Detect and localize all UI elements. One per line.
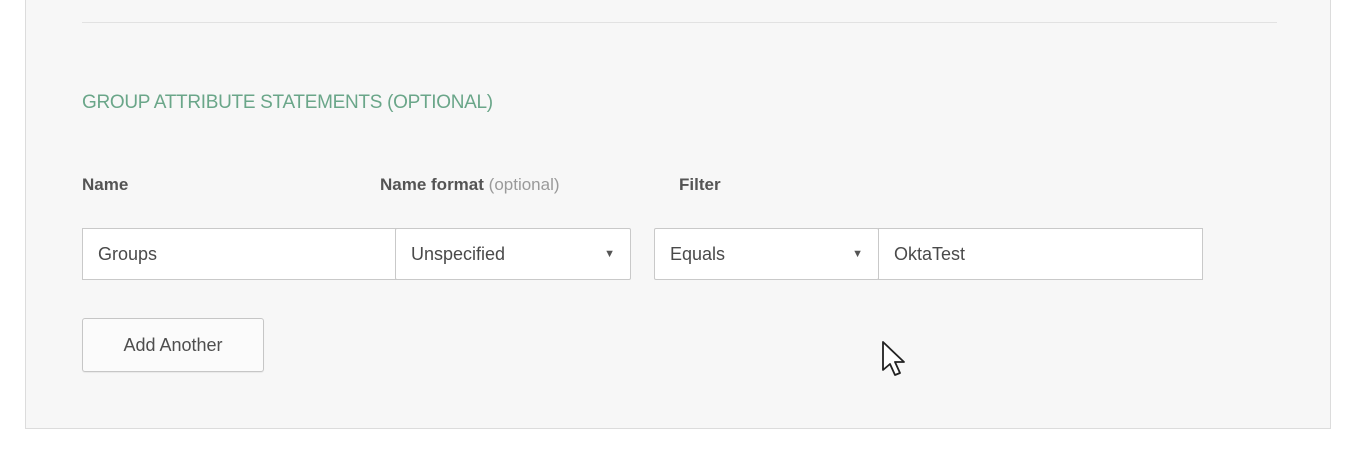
name-format-column-label: Name format (optional): [380, 175, 560, 195]
name-format-label-text: Name format: [380, 175, 484, 194]
optional-hint: (optional): [488, 175, 560, 194]
name-input-value: Groups: [98, 243, 158, 264]
filter-type-select[interactable]: Equals ▼: [654, 228, 879, 280]
section-divider: [82, 22, 1277, 23]
section-title: GROUP ATTRIBUTE STATEMENTS (OPTIONAL): [82, 92, 493, 113]
name-input[interactable]: Groups: [82, 228, 397, 280]
caret-down-icon: ▼: [852, 248, 863, 260]
name-column-label: Name: [82, 175, 129, 194]
group-attribute-panel: GROUP ATTRIBUTE STATEMENTS (OPTIONAL) Na…: [25, 0, 1331, 429]
mouse-pointer-icon: [882, 341, 905, 376]
name-format-select-value: Unspecified: [411, 243, 506, 264]
filter-value-input-value: OktaTest: [894, 243, 966, 264]
name-format-select[interactable]: Unspecified ▼: [395, 228, 631, 280]
caret-down-icon: ▼: [604, 248, 615, 260]
filter-value-input[interactable]: OktaTest: [878, 228, 1203, 280]
filter-type-select-value: Equals: [670, 243, 726, 264]
filter-column-label: Filter: [679, 175, 721, 194]
add-another-button[interactable]: Add Another: [82, 318, 264, 372]
